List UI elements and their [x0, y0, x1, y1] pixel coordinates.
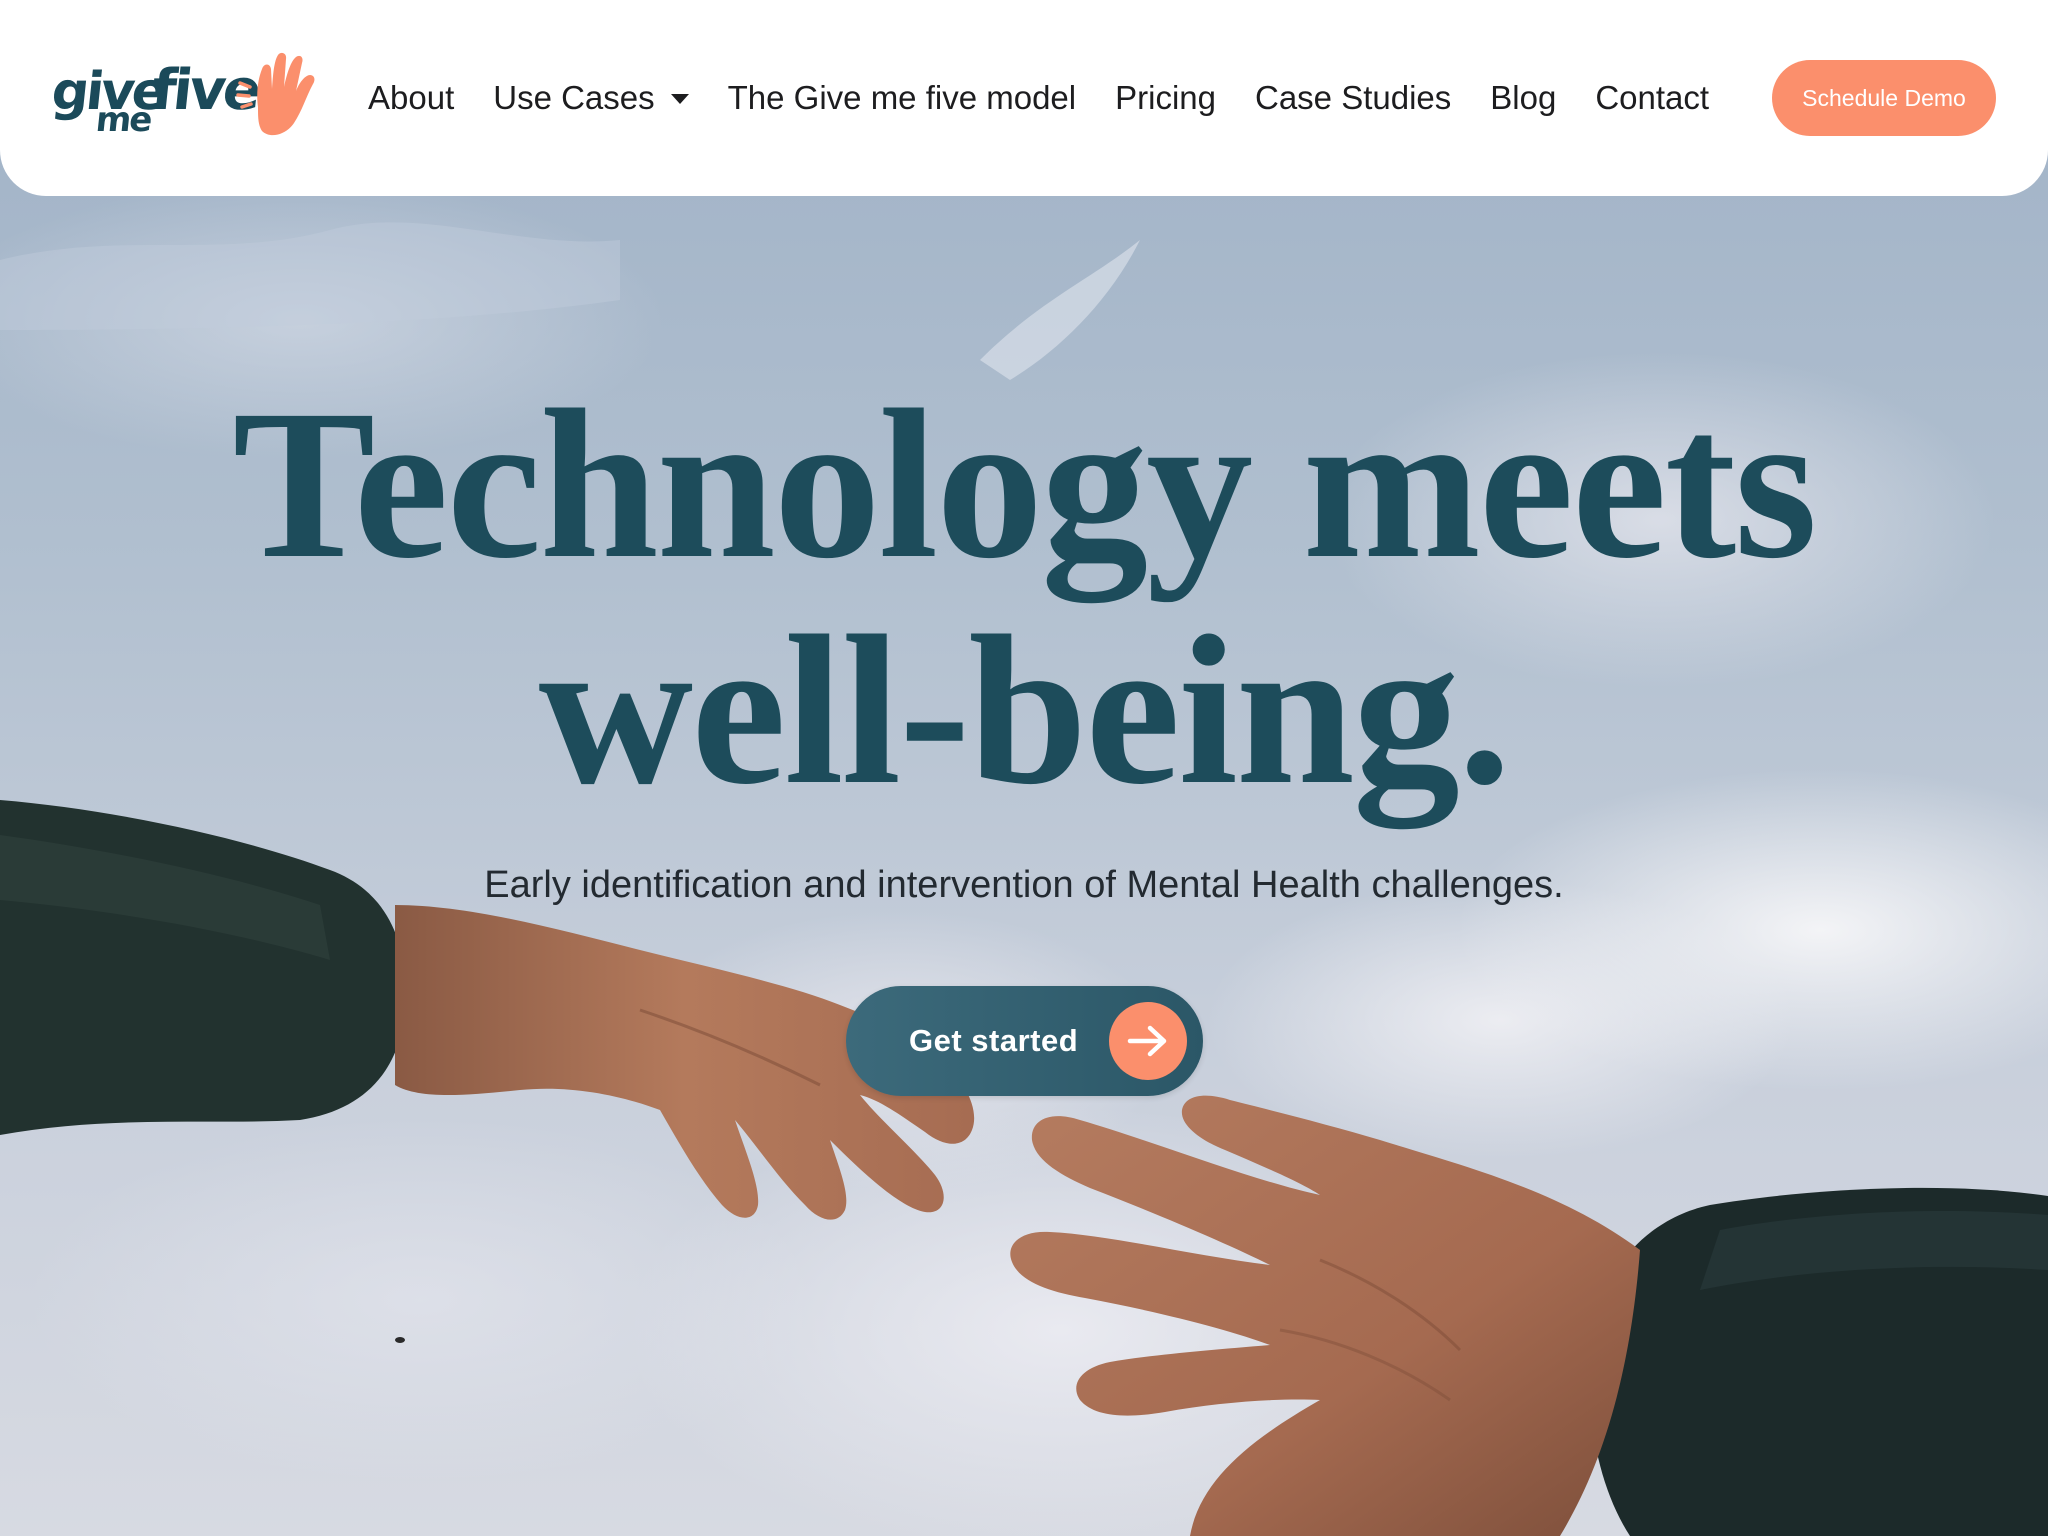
top-navigation: give me five About Use Cases The Give me… — [0, 0, 2048, 196]
logo-wordmark: give me five — [49, 48, 262, 148]
nav-link-label: The Give me five model — [727, 79, 1077, 116]
nav-link-label: About — [368, 79, 455, 116]
primary-nav: About Use Cases The Give me five model P… — [368, 79, 1748, 117]
nav-link-label: Use Cases — [493, 79, 655, 116]
brand-logo[interactable]: give me five — [49, 43, 324, 153]
nav-link-label: Case Studies — [1254, 79, 1452, 116]
hero-headline-line-1: Technology meets — [232, 366, 1818, 603]
nav-link-contact[interactable]: Contact — [1595, 79, 1709, 117]
get-started-label: Get started — [909, 1023, 1079, 1058]
nav-link-label: Blog — [1490, 79, 1557, 116]
nav-link-about[interactable]: About — [368, 79, 454, 117]
chevron-down-icon — [670, 94, 689, 104]
nav-link-use-cases[interactable]: Use Cases — [493, 79, 689, 117]
nav-link-give-me-five-model[interactable]: The Give me five model — [728, 79, 1076, 117]
hero-headline: Technology meets well-being. — [0, 372, 2048, 824]
schedule-demo-button[interactable]: Schedule Demo — [1772, 60, 1996, 136]
waving-hand-icon — [236, 52, 315, 136]
arrow-right-icon — [1109, 1002, 1187, 1080]
hero-subheadline: Early identification and intervention of… — [484, 864, 1564, 906]
nav-link-label: Contact — [1595, 79, 1710, 116]
nav-link-case-studies[interactable]: Case Studies — [1255, 79, 1451, 117]
get-started-button[interactable]: Get started — [846, 986, 1203, 1096]
nav-link-pricing[interactable]: Pricing — [1115, 79, 1216, 117]
hero-headline-line-2: well-being. — [538, 592, 1512, 829]
nav-link-label: Pricing — [1115, 79, 1216, 116]
nav-link-blog[interactable]: Blog — [1490, 79, 1556, 117]
logo-word-me: me — [93, 100, 153, 140]
